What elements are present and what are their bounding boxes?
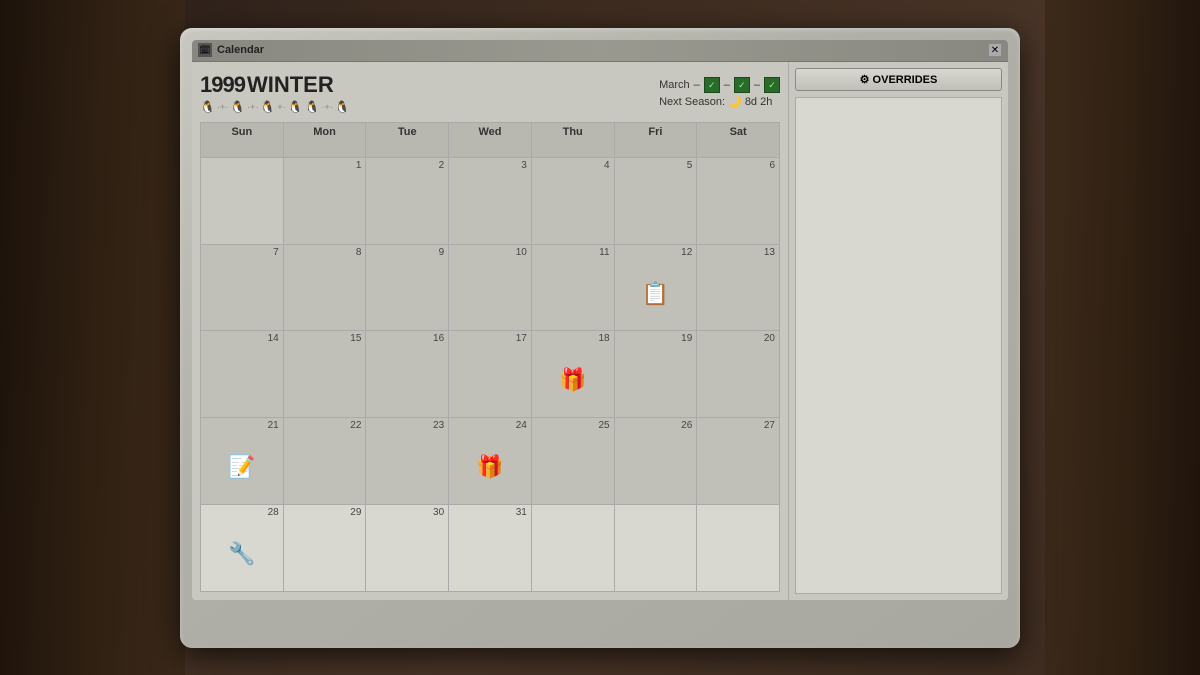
- table-row[interactable]: [201, 158, 284, 245]
- clipboard-icon: 📋: [619, 259, 693, 329]
- check2: ✓: [734, 77, 750, 93]
- title-bar-title: Calendar: [217, 44, 988, 56]
- table-row[interactable]: 28 🔧: [201, 505, 284, 592]
- table-row[interactable]: 27: [697, 418, 780, 505]
- table-row[interactable]: 21 📝: [201, 418, 284, 505]
- table-row[interactable]: 9: [366, 245, 449, 332]
- table-row[interactable]: 24 🎁: [449, 418, 532, 505]
- table-row[interactable]: 6: [697, 158, 780, 245]
- table-row[interactable]: 3: [449, 158, 532, 245]
- monitor-screen: 🗓 Calendar ✕ 1999 WINTER 🐧 ·+·: [192, 40, 1008, 600]
- table-row[interactable]: [532, 505, 615, 592]
- table-row[interactable]: 2: [366, 158, 449, 245]
- month-label: March: [659, 79, 690, 91]
- calendar-content: 1999 WINTER 🐧 ·+· 🐧 ·+· 🐧 +· 🐧 🐧: [192, 62, 1008, 600]
- gift-icon: 🎁: [536, 345, 610, 415]
- title-bar-icon: 🗓: [198, 43, 212, 57]
- table-row[interactable]: [615, 505, 698, 592]
- table-row[interactable]: 1: [284, 158, 367, 245]
- table-row[interactable]: 30: [366, 505, 449, 592]
- table-row[interactable]: 22: [284, 418, 367, 505]
- room-left-wall: [0, 0, 185, 675]
- table-row[interactable]: 14: [201, 331, 284, 418]
- table-row[interactable]: 13: [697, 245, 780, 332]
- table-row[interactable]: 17: [449, 331, 532, 418]
- room-right-wall: [1045, 0, 1200, 675]
- table-row[interactable]: 8: [284, 245, 367, 332]
- gift2-icon: 🎁: [453, 432, 527, 502]
- table-row[interactable]: 26: [615, 418, 698, 505]
- weekday-tue: Tue: [366, 123, 449, 159]
- calendar-header: 1999 WINTER 🐧 ·+· 🐧 ·+· 🐧 +· 🐧 🐧: [200, 70, 780, 116]
- season-label: WINTER: [247, 72, 334, 98]
- weekday-sat: Sat: [697, 123, 780, 159]
- next-season-label: Next Season:: [659, 96, 725, 108]
- weekday-wed: Wed: [449, 123, 532, 159]
- month-row: March – ✓ – ✓ – ✓: [659, 77, 780, 93]
- right-detail-area: [795, 97, 1002, 594]
- wrench-icon: 🔧: [205, 519, 279, 589]
- year-label: 1999: [200, 72, 245, 98]
- calendar-grid: Sun Mon Tue Wed Thu Fri Sat 1 2 3 4 5 6: [200, 122, 780, 592]
- weekday-thu: Thu: [532, 123, 615, 159]
- table-row[interactable]: 25: [532, 418, 615, 505]
- title-bar: 🗓 Calendar ✕: [192, 40, 1008, 62]
- table-row[interactable]: 29: [284, 505, 367, 592]
- table-row[interactable]: 7: [201, 245, 284, 332]
- table-row[interactable]: 12 📋: [615, 245, 698, 332]
- check1: ✓: [704, 77, 720, 93]
- table-row[interactable]: 5: [615, 158, 698, 245]
- penguin-decoration-row: 🐧 ·+· 🐧 ·+· 🐧 +· 🐧 🐧 ·+· 🐧: [200, 100, 350, 114]
- table-row[interactable]: 18 🎁: [532, 331, 615, 418]
- overrides-button[interactable]: ⚙ OVERRIDES: [795, 68, 1002, 91]
- table-row[interactable]: 19: [615, 331, 698, 418]
- monitor-frame: 🗓 Calendar ✕ 1999 WINTER 🐧 ·+·: [180, 28, 1020, 648]
- table-row[interactable]: 20: [697, 331, 780, 418]
- calendar-right-panel: ⚙ OVERRIDES: [788, 62, 1008, 600]
- table-row[interactable]: 16: [366, 331, 449, 418]
- close-button[interactable]: ✕: [988, 43, 1002, 57]
- weekday-sun: Sun: [201, 123, 284, 159]
- calendar-left-panel: 1999 WINTER 🐧 ·+· 🐧 ·+· 🐧 +· 🐧 🐧: [192, 62, 788, 600]
- next-season-row: Next Season: 🌙 8d 2h: [659, 95, 780, 108]
- table-row[interactable]: [697, 505, 780, 592]
- year-season-display: 1999 WINTER: [200, 72, 350, 98]
- table-row[interactable]: 23: [366, 418, 449, 505]
- table-row[interactable]: 4: [532, 158, 615, 245]
- weekday-fri: Fri: [615, 123, 698, 159]
- table-row[interactable]: 10: [449, 245, 532, 332]
- next-season-time: 8d 2h: [745, 96, 773, 108]
- weekday-mon: Mon: [284, 123, 367, 159]
- table-row[interactable]: 15: [284, 331, 367, 418]
- check3: ✓: [764, 77, 780, 93]
- table-row[interactable]: 11: [532, 245, 615, 332]
- month-info: March – ✓ – ✓ – ✓ Next Season: 🌙 8d 2h: [659, 77, 780, 108]
- table-row[interactable]: 31: [449, 505, 532, 592]
- checklist-icon: 📝: [205, 432, 279, 502]
